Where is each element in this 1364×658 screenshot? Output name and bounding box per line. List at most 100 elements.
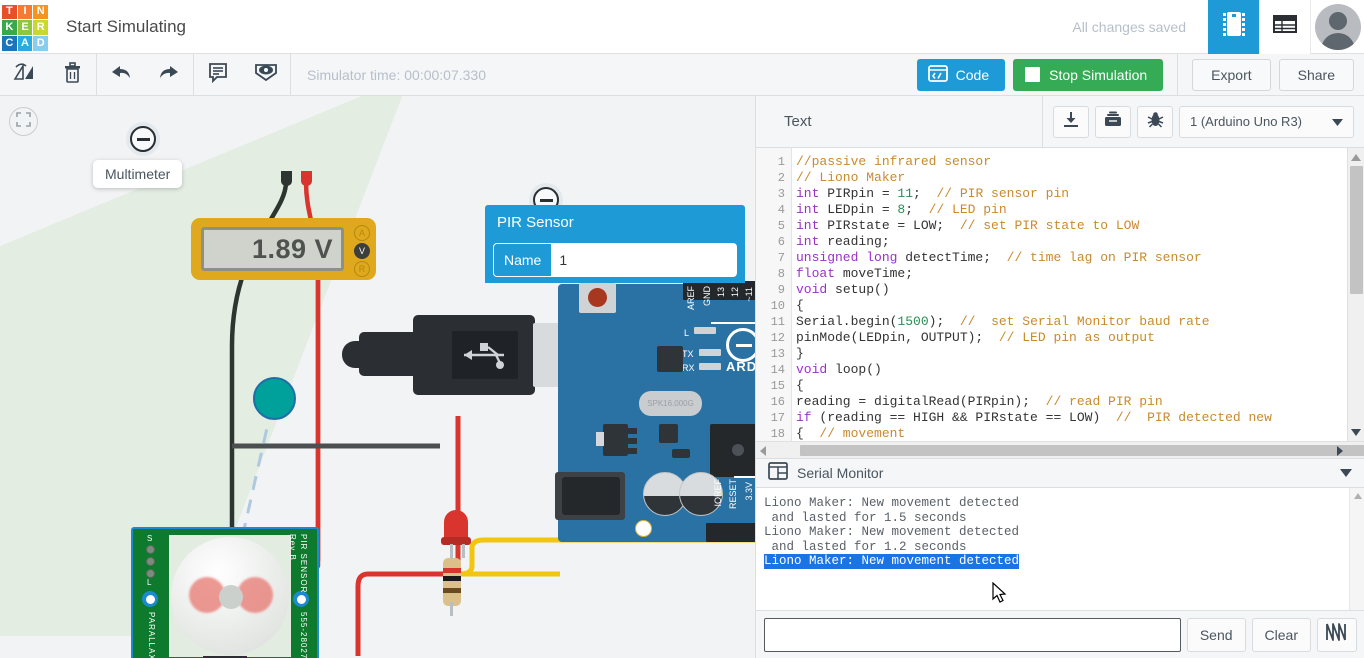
arduino-power-header[interactable] <box>706 523 755 542</box>
share-button[interactable]: Share <box>1279 59 1354 91</box>
pir-name-input[interactable] <box>551 244 737 276</box>
serial-output-row[interactable]: and lasted for 1.2 seconds <box>764 540 1364 555</box>
serial-output-row[interactable]: Liono Maker: New movement detected <box>764 525 1364 540</box>
scroll-right-arrow-icon[interactable] <box>1337 446 1343 456</box>
components-list-button[interactable] <box>1259 0 1310 54</box>
line-number: 16 <box>756 394 791 410</box>
mouse-cursor-icon <box>992 582 1008 604</box>
multimeter-dial-v[interactable]: V <box>354 243 370 259</box>
code-line[interactable]: Serial.begin(1500); // set Serial Monito… <box>796 314 1346 330</box>
delete-button[interactable] <box>48 54 96 96</box>
scroll-up-arrow-icon[interactable] <box>1351 154 1361 161</box>
arduino-led-tx <box>699 349 721 356</box>
pir-dome-center <box>219 585 243 609</box>
arduino-reset-button[interactable] <box>579 283 616 313</box>
code-vertical-scrollbar[interactable] <box>1347 148 1364 458</box>
stop-simulation-button[interactable]: Stop Simulation <box>1013 59 1163 91</box>
pir-sensor-dialog[interactable]: PIR Sensor Name <box>485 205 745 283</box>
rotate-button[interactable] <box>0 54 48 96</box>
library-button[interactable] <box>1095 106 1131 138</box>
serial-scroll-up-icon[interactable] <box>1354 493 1362 499</box>
pir-sensor-board[interactable]: S L PARALLAX PIR SENSOR Rev B 555-28027 <box>131 527 319 658</box>
arduino-pin-2 <box>628 438 637 444</box>
debug-button[interactable] <box>1137 106 1173 138</box>
annotation-button[interactable] <box>194 54 242 96</box>
line-number: 12 <box>756 330 791 346</box>
code-line[interactable]: { <box>796 298 1346 314</box>
code-tab-text[interactable]: Text <box>766 113 1032 130</box>
pir-pin-label-s: S <box>147 534 153 543</box>
code-line[interactable]: void loop() <box>796 362 1346 378</box>
circuit-canvas[interactable]: 1.89 V A V R Multimeter <box>0 96 755 658</box>
line-number: 4 <box>756 202 791 218</box>
serial-monitor-header[interactable]: Serial Monitor <box>756 458 1364 488</box>
user-account-button[interactable] <box>1310 0 1364 54</box>
fit-to-screen-button[interactable] <box>9 107 38 136</box>
multimeter-value: 1.89 V <box>252 234 333 265</box>
code-line[interactable]: int PIRpin = 11; // PIR sensor pin <box>796 186 1346 202</box>
download-button[interactable] <box>1053 106 1089 138</box>
multimeter-dial-r[interactable]: R <box>354 261 370 277</box>
serial-monitor-collapse-icon[interactable] <box>1340 464 1352 482</box>
serial-output-row[interactable]: Liono Maker: New movement detected <box>764 554 1364 569</box>
serial-monitor-output[interactable]: Liono Maker: New movement detected and l… <box>756 488 1364 621</box>
circuits-view-button[interactable] <box>1208 0 1259 54</box>
logo-tile-t: T <box>2 5 17 20</box>
view-button[interactable] <box>242 54 290 96</box>
code-line[interactable]: } <box>796 346 1346 362</box>
arduino-oscillator: SPK16.000G <box>639 391 702 416</box>
multimeter-collapse-handle[interactable] <box>130 126 156 152</box>
serial-monitor-scrollbar[interactable] <box>1349 488 1364 621</box>
code-line[interactable]: { <box>796 378 1346 394</box>
debug-bug-icon <box>1147 111 1164 133</box>
code-line[interactable]: void setup() <box>796 282 1346 298</box>
code-editor[interactable]: 12345678910111213141516171819 //passive … <box>756 148 1364 458</box>
code-line[interactable]: pinMode(LEDpin, OUTPUT); // LED pin as o… <box>796 330 1346 346</box>
code-line[interactable]: float moveTime; <box>796 266 1346 282</box>
top-bar-right: All changes saved <box>1072 0 1364 54</box>
logo-tile-n: N <box>33 5 48 20</box>
serial-send-input[interactable] <box>764 618 1181 652</box>
arduino-regulator <box>603 424 628 456</box>
code-line[interactable]: int PIRstate = LOW; // set PIR state to … <box>796 218 1346 234</box>
graph-view-button[interactable] <box>1317 618 1357 652</box>
multimeter-dial-a[interactable]: A <box>354 225 370 241</box>
serial-output-row[interactable]: and lasted for 1.5 seconds <box>764 511 1364 526</box>
code-line[interactable]: int LEDpin = 8; // LED pin <box>796 202 1346 218</box>
line-number: 8 <box>756 266 791 282</box>
send-button[interactable]: Send <box>1187 618 1246 652</box>
resistor[interactable] <box>443 558 461 606</box>
code-horizontal-scrollbar[interactable] <box>756 441 1364 458</box>
code-line[interactable]: // Liono Maker <box>796 170 1346 186</box>
code-hscroll-thumb[interactable] <box>800 445 1364 456</box>
scroll-left-arrow-icon[interactable] <box>760 446 766 456</box>
code-button[interactable]: Code <box>917 59 1005 91</box>
multimeter[interactable]: 1.89 V A V R <box>191 218 376 280</box>
arduino-power-jack-inner <box>562 477 620 515</box>
code-vscroll-thumb[interactable] <box>1350 166 1363 294</box>
tinkercad-logo[interactable]: TINKERCAD <box>2 5 48 51</box>
code-line[interactable]: //passive infrared sensor <box>796 154 1346 170</box>
components-list-icon <box>1273 14 1297 39</box>
scroll-down-arrow-icon[interactable] <box>1351 429 1361 436</box>
code-line[interactable]: { // movement <box>796 426 1346 442</box>
code-line[interactable]: int reading; <box>796 234 1346 250</box>
code-line[interactable]: if (reading == HIGH && PIRstate == LOW) … <box>796 410 1346 426</box>
board-selector[interactable]: 1 (Arduino Uno R3) <box>1179 106 1354 138</box>
undo-button[interactable] <box>97 54 145 96</box>
serial-output-line: Liono Maker: New movement detected <box>764 554 1019 569</box>
arduino-pin-label-reset: RESET <box>728 479 738 509</box>
probe-red-tip <box>301 171 312 186</box>
arduino-uno-board[interactable]: AREF GND 13 12 ~11 ~10 L TX RX ARD SPK16… <box>558 284 755 542</box>
redo-button[interactable] <box>145 54 193 96</box>
code-line[interactable]: reading = digitalRead(PIRpin); // read P… <box>796 394 1346 410</box>
clear-button[interactable]: Clear <box>1252 618 1311 652</box>
export-button[interactable]: Export <box>1192 59 1270 91</box>
serial-output-row[interactable]: Liono Maker: New movement detected <box>764 496 1364 511</box>
code-lines[interactable]: //passive infrared sensor// Liono Makeri… <box>796 154 1346 454</box>
arduino-led-rx <box>699 363 721 370</box>
code-line[interactable]: unsigned long detectTime; // time lag on… <box>796 250 1346 266</box>
canvas-teal-marker <box>253 377 296 420</box>
multimeter-screen: 1.89 V <box>201 227 344 271</box>
arduino-pin-label-gnd: GND <box>702 286 712 306</box>
